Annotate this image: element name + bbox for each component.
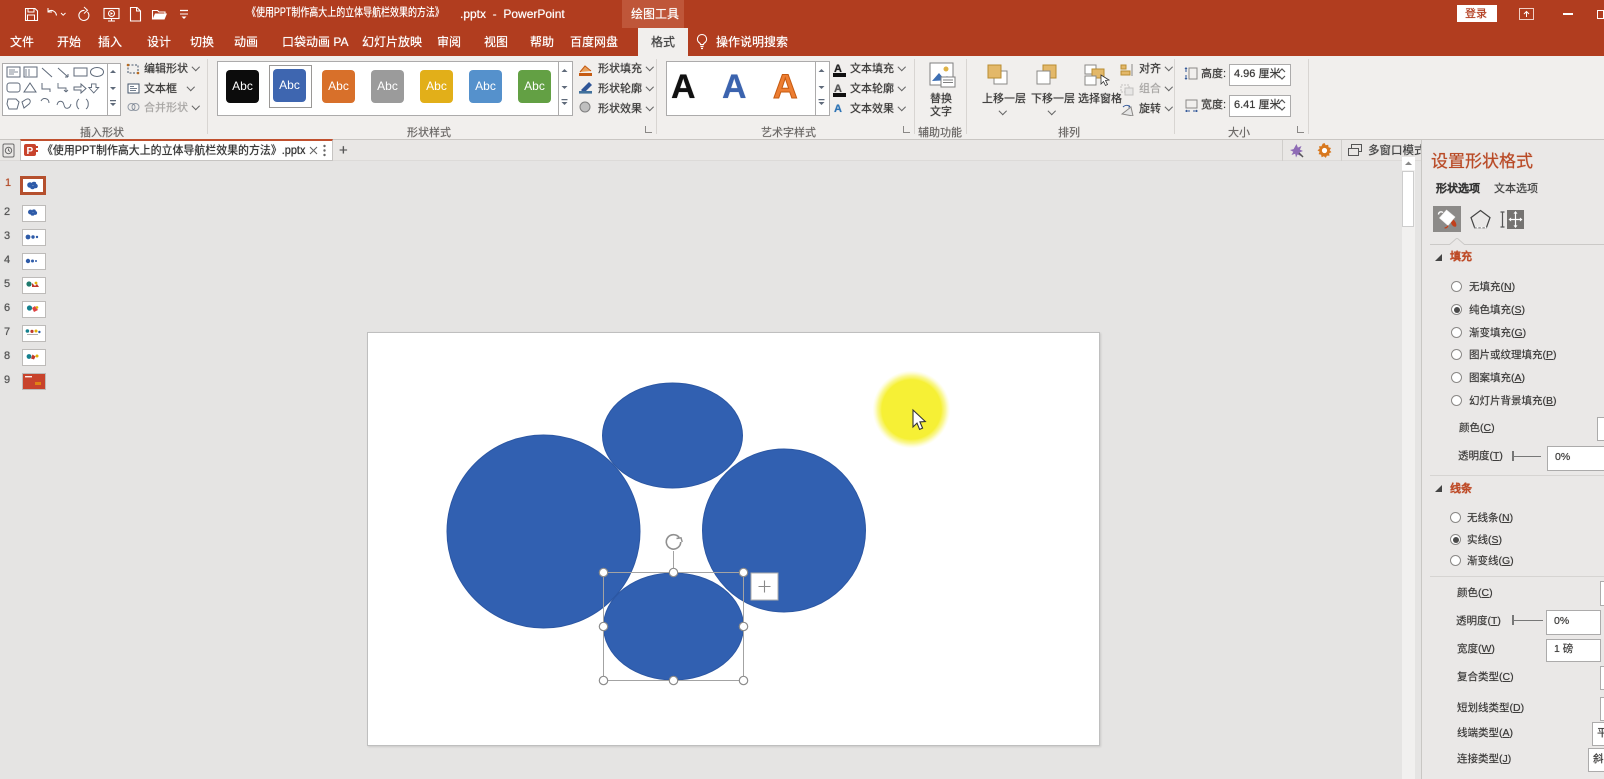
- svg-text:P: P: [27, 146, 34, 157]
